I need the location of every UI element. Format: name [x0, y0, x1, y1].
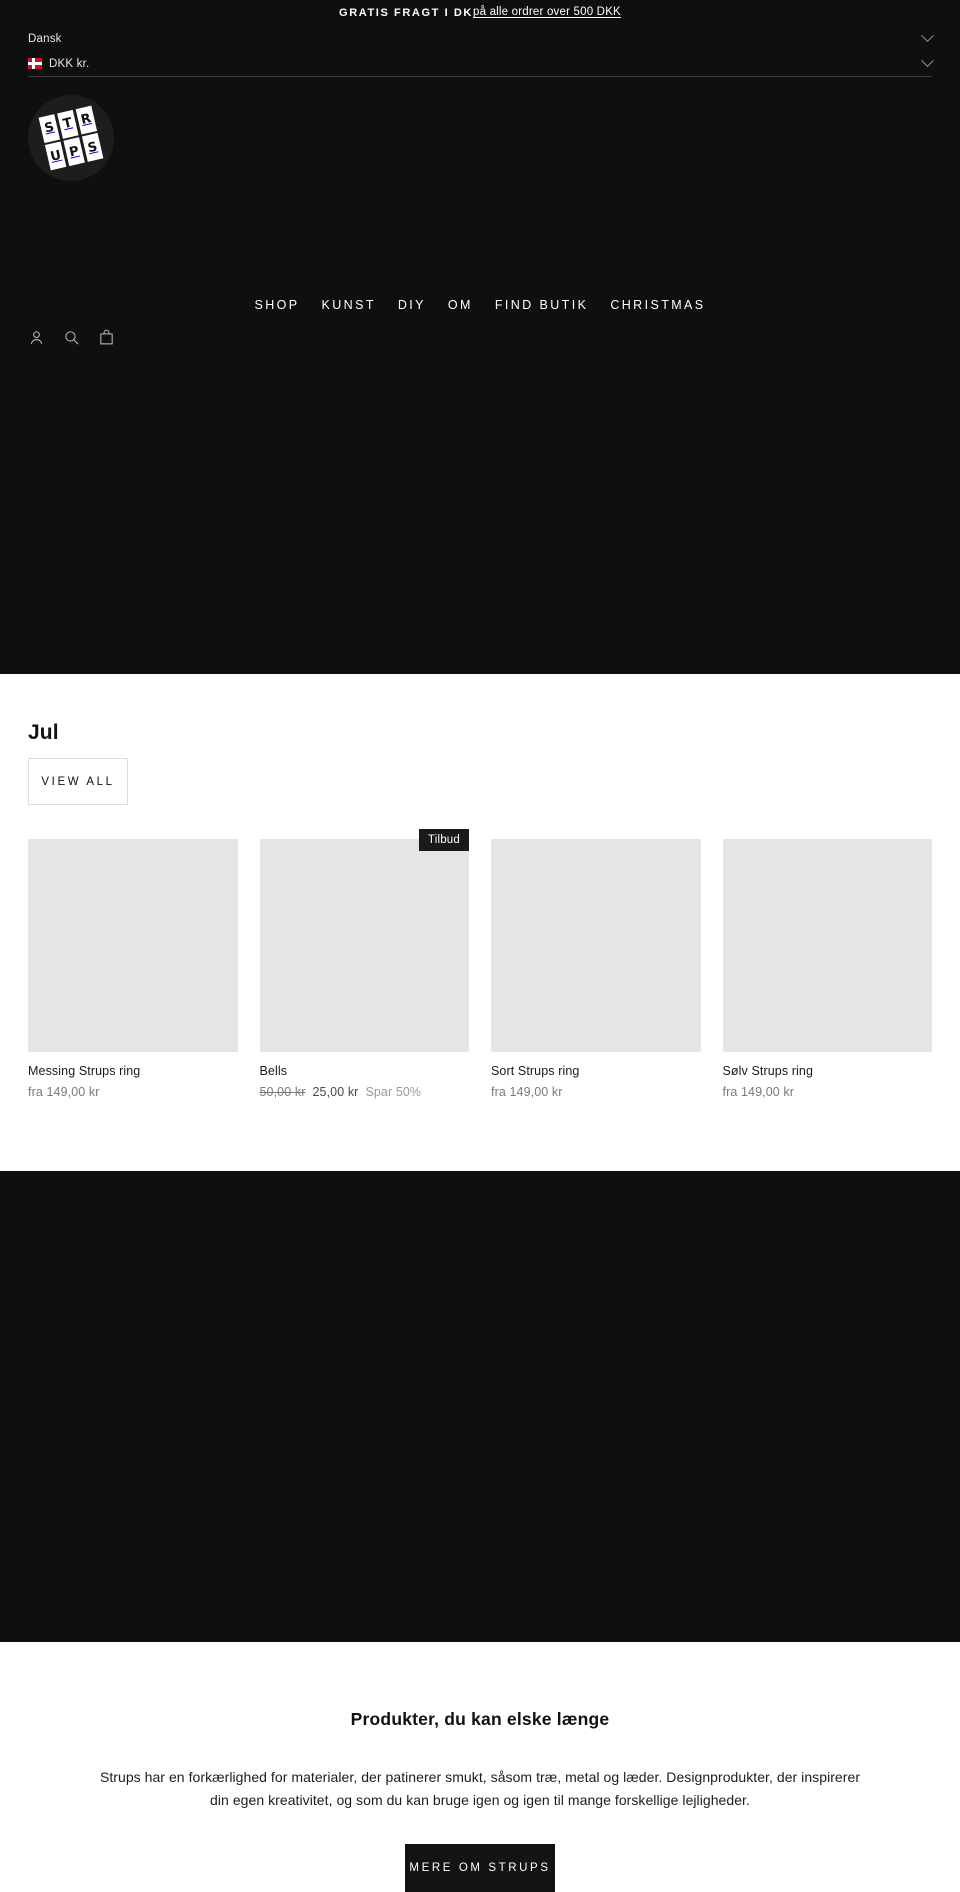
product-card[interactable]: Sølv Strups ring fra 149,00 kr — [722, 839, 933, 1099]
nav-item-kunst[interactable]: KUNST — [322, 299, 376, 312]
collection-section: Jul VIEW ALL Messing Strups ring fra 149… — [0, 674, 960, 1099]
nav-item-om[interactable]: OM — [448, 299, 473, 312]
product-price-value: fra 149,00 kr — [28, 1085, 100, 1099]
product-title: Sølv Strups ring — [722, 1064, 814, 1078]
logo-letter: P — [63, 137, 86, 167]
product-image[interactable] — [722, 839, 932, 1052]
main-navigation: SHOP KUNST DIY OM FIND BUTIK CHRISTMAS — [0, 299, 960, 312]
product-old-price: 50,00 kr — [259, 1085, 306, 1099]
nav-item-find-butik[interactable]: FIND BUTIK — [495, 299, 588, 312]
currency-selector[interactable]: DKK kr. — [28, 51, 934, 77]
site-header: S T R U P S SHOP KUNST DIY OM FIND BUTIK… — [0, 77, 960, 377]
nav-item-shop[interactable]: SHOP — [254, 299, 299, 312]
nav-item-christmas[interactable]: CHRISTMAS — [610, 299, 705, 312]
collection-title: Jul — [28, 721, 59, 744]
search-icon[interactable] — [63, 329, 80, 346]
product-image[interactable] — [28, 839, 238, 1052]
product-sale-price: 25,00 kr — [312, 1085, 359, 1099]
product-title: Bells — [259, 1064, 288, 1078]
product-image[interactable]: Tilbud — [259, 829, 469, 1052]
product-price: fra 149,00 kr — [491, 1085, 701, 1099]
account-icon[interactable] — [28, 329, 45, 346]
header-icons — [28, 329, 115, 346]
announcement-strong: GRATIS FRAGT I DK — [339, 6, 473, 19]
product-title: Sort Strups ring — [491, 1064, 580, 1078]
logo-letter: T — [56, 109, 79, 139]
richtext-body: Strups har en forkærlighed for materiale… — [99, 1768, 861, 1808]
product-price-value: fra 149,00 kr — [491, 1085, 563, 1099]
hero-media — [0, 377, 960, 674]
cart-icon[interactable] — [98, 329, 115, 346]
product-card[interactable]: Sort Strups ring fra 149,00 kr — [491, 839, 701, 1099]
richtext-section: Produkter, du kan elske længe Strups har… — [0, 1642, 960, 1892]
product-save-label: Spar 50% — [365, 1085, 422, 1099]
product-price-value: fra 149,00 kr — [722, 1085, 794, 1099]
nav-item-diy[interactable]: DIY — [398, 299, 426, 312]
product-card[interactable]: Tilbud Bells 50,00 kr 25,00 kr Spar 50% — [259, 829, 470, 1099]
more-about-strups-button[interactable]: MERE OM STRUPS — [405, 1843, 555, 1892]
video-banner[interactable] — [0, 1171, 960, 1642]
language-label: Dansk — [28, 32, 62, 45]
announcement-link[interactable]: på alle ordrer over 500 DKK — [473, 7, 621, 19]
top-dark-region: GRATIS FRAGT I DK på alle ordrer over 500… — [0, 0, 960, 674]
currency-label: DKK kr. — [49, 57, 90, 70]
product-price: 50,00 kr 25,00 kr Spar 50% — [260, 1085, 470, 1099]
product-price: fra 149,00 kr — [723, 1085, 933, 1099]
announcement-bar: GRATIS FRAGT I DK på alle ordrer over 500… — [0, 0, 960, 26]
logo-letter: U — [44, 141, 67, 171]
product-card[interactable]: Messing Strups ring fra 149,00 kr — [28, 839, 238, 1099]
sale-badge: Tilbud — [418, 829, 469, 852]
chevron-down-icon — [921, 29, 934, 43]
language-selector[interactable]: Dansk — [28, 26, 934, 51]
dk-flag-icon — [28, 58, 42, 69]
product-image[interactable] — [491, 839, 701, 1052]
chevron-down-icon — [921, 54, 934, 68]
richtext-heading: Produkter, du kan elske længe — [350, 1709, 610, 1729]
site-logo[interactable]: S T R U P S — [28, 95, 114, 181]
logo-grid: S T R U P S — [38, 105, 104, 171]
view-all-button[interactable]: VIEW ALL — [28, 758, 128, 805]
product-price: fra 149,00 kr — [28, 1085, 238, 1099]
product-grid: Messing Strups ring fra 149,00 kr Tilbud… — [28, 829, 933, 1099]
logo-letter: S — [81, 133, 104, 162]
logo-letter: S — [38, 114, 61, 143]
locale-selectors: Dansk DKK kr. — [0, 26, 960, 77]
logo-letter: R — [75, 105, 98, 135]
product-title: Messing Strups ring — [28, 1064, 141, 1078]
